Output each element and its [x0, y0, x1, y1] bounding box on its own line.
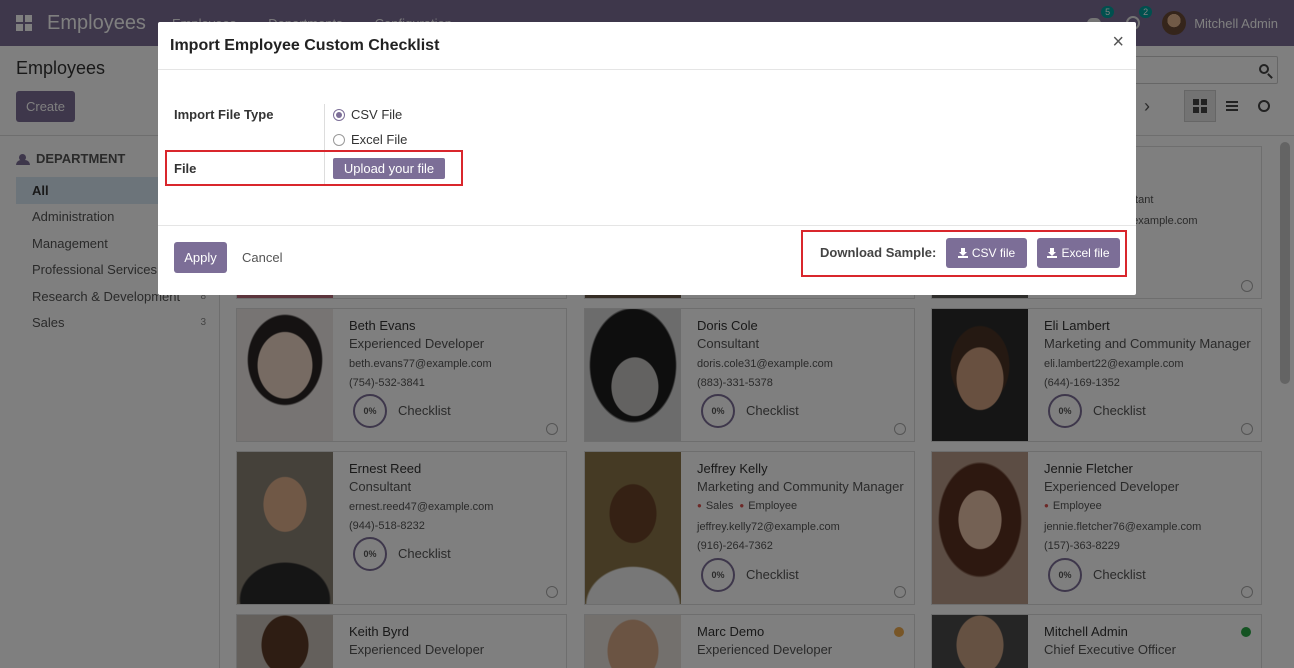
excel-file-label: Excel File [351, 132, 408, 147]
import-checklist-dialog: Import Employee Custom Checklist × Impor… [158, 22, 1136, 295]
download-sample-label: Download Sample: [820, 245, 937, 260]
download-excel-button[interactable]: Excel file [1037, 238, 1120, 268]
radio-unchecked-icon [333, 133, 345, 146]
download-icon [1047, 248, 1058, 258]
download-csv-label: CSV file [971, 246, 1016, 260]
cancel-button[interactable]: Cancel [242, 250, 282, 265]
csv-file-label: CSV File [351, 107, 403, 122]
highlight-file-row [165, 150, 463, 186]
csv-file-radio[interactable]: CSV File [333, 107, 402, 122]
close-icon[interactable]: × [1112, 32, 1124, 52]
download-excel-label: Excel file [1061, 246, 1110, 260]
excel-file-radio[interactable]: Excel File [333, 132, 407, 147]
download-icon [957, 248, 968, 258]
modal-title: Import Employee Custom Checklist [170, 37, 440, 54]
modal-footer: Apply Cancel Download Sample: CSV file E… [158, 225, 1136, 295]
download-csv-button[interactable]: CSV file [946, 238, 1027, 268]
modal-header: Import Employee Custom Checklist × [158, 22, 1136, 70]
radio-checked-icon [333, 108, 345, 121]
apply-button[interactable]: Apply [174, 242, 227, 273]
import-file-type-label: Import File Type [174, 107, 274, 122]
